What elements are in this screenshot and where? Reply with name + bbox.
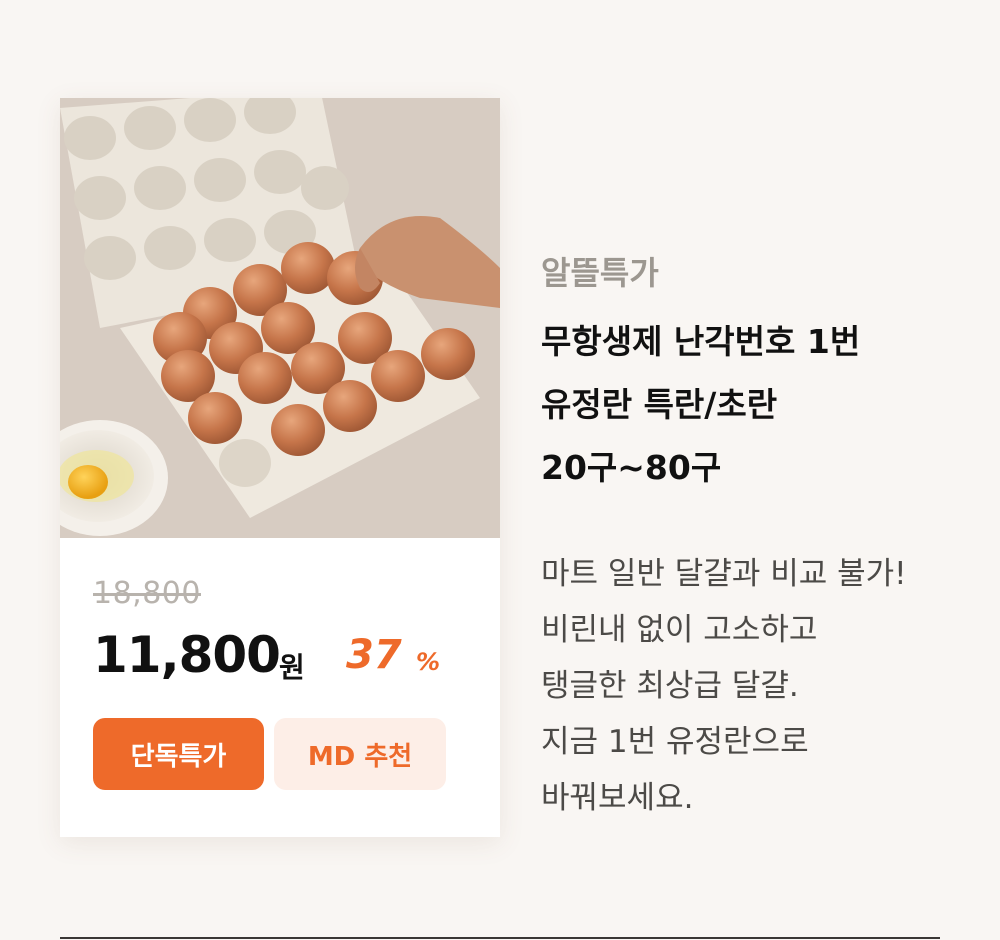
description-line: 비린내 없이 고소하고 [541,612,818,648]
discount-rate: 37 [346,632,402,678]
product-card[interactable]: 18,800 11,800 원 37 % 단독특가 MD 추천 [60,98,500,837]
section-divider [60,937,940,939]
title-line: 20구~80구 [541,448,722,487]
title-line: 무항생제 난각번호 1번 [541,322,861,361]
currency-unit: 원 [279,651,305,684]
product-description: 마트 일반 달걀과 비교 불가! 비린내 없이 고소하고 탱글한 최상급 달걀.… [541,546,981,826]
description-line: 바꿔보세요. [541,780,694,816]
sale-price: 11,800 [93,626,281,684]
title-line: 유정란 특란/초란 [541,385,778,424]
description-line: 지금 1번 유정란으로 [541,724,809,760]
md-pick-badge: MD 추천 [274,718,446,790]
exclusive-deal-badge: 단독특가 [93,718,264,790]
discount-percent-symbol: % [416,648,441,676]
original-price: 18,800 [93,576,201,611]
price-row: 11,800 원 37 % [93,626,473,688]
description-line: 마트 일반 달걀과 비교 불가! [541,556,907,592]
product-title[interactable]: 무항생제 난각번호 1번 유정란 특란/초란 20구~80구 [541,310,981,499]
eggs-photo-illustration [60,98,500,538]
description-line: 탱글한 최상급 달걀. [541,668,799,704]
category-label: 알뜰특가 [541,254,659,292]
product-image[interactable] [60,98,500,538]
